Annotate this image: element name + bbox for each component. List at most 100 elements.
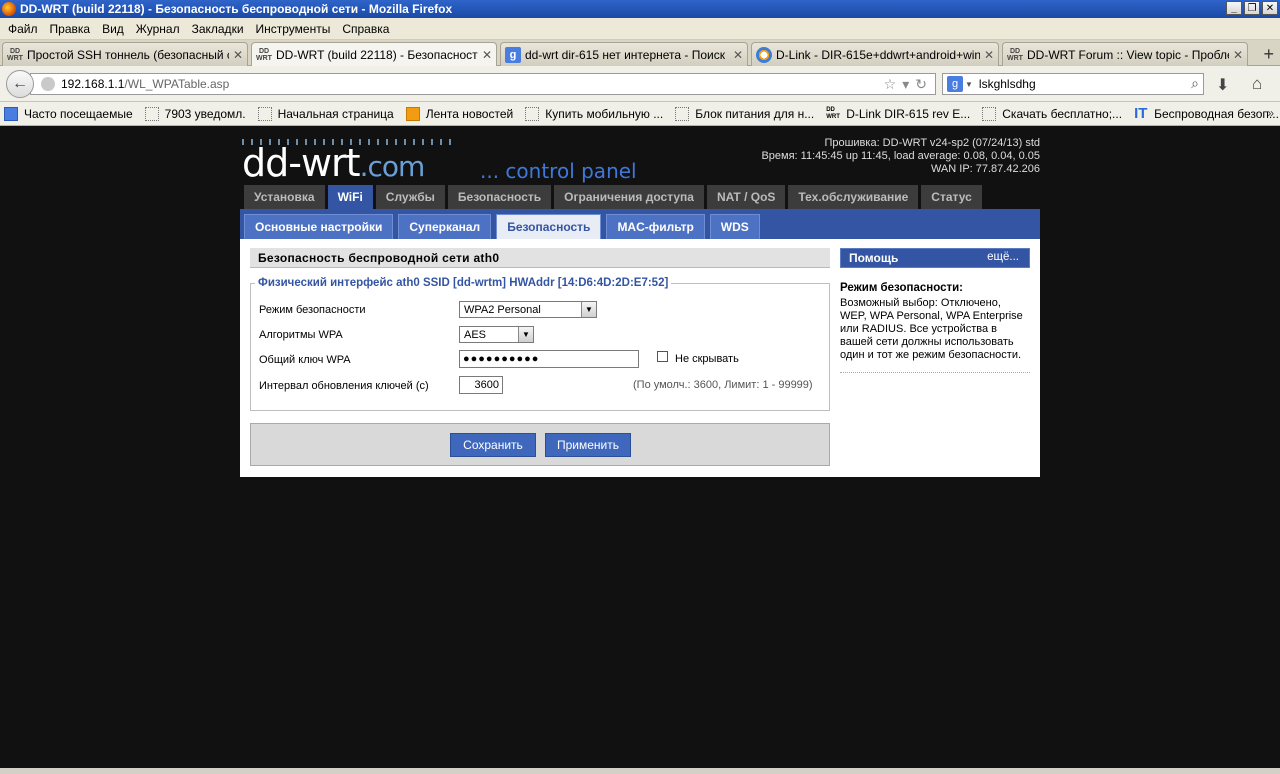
firmware-info: Прошивка: DD-WRT v24-sp2 (07/24/13) std … xyxy=(761,137,1040,176)
menu-file[interactable]: Файл xyxy=(2,22,44,36)
back-button[interactable]: ← xyxy=(6,70,34,98)
browser-tab-ddwrt-security[interactable]: DD WRT DD-WRT (build 22118) - Безопасност… xyxy=(251,42,497,67)
bookmark-notifications[interactable]: 7903 уведомл. xyxy=(144,106,246,121)
bookmark-news-feed[interactable]: Лента новостей xyxy=(405,106,513,121)
rss-icon xyxy=(405,106,420,121)
security-mode-label: Режим безопасности xyxy=(259,304,366,316)
dlink-icon xyxy=(756,46,772,63)
page-icon xyxy=(525,106,540,121)
ddwrt-logo: dd-wrt.com xyxy=(242,141,425,185)
chevron-down-icon: ▼ xyxy=(518,327,533,342)
page-icon xyxy=(675,106,690,121)
tab-access-restrictions[interactable]: Ограничения доступа xyxy=(554,185,704,209)
security-mode-select[interactable]: WPA2 Personal ▼ xyxy=(459,301,597,318)
search-bar[interactable]: g ▼ lskghlsdhg ⌕ xyxy=(942,73,1204,95)
subtab-mac-filter[interactable]: MAC-фильтр xyxy=(606,214,705,239)
download-icon[interactable]: ⬇ xyxy=(1216,75,1229,95)
url-host: 192.168.1.1 xyxy=(61,77,125,91)
search-input[interactable]: lskghlsdhg xyxy=(979,77,1036,91)
tab-status[interactable]: Статус xyxy=(921,185,982,209)
wpa-algorithms-select[interactable]: AES ▼ xyxy=(459,326,534,343)
apply-button[interactable]: Применить xyxy=(545,433,631,457)
control-panel-caption: ... control panel xyxy=(480,159,637,183)
reload-icon[interactable]: ↻ xyxy=(915,76,927,93)
page-icon xyxy=(257,106,272,121)
menu-view[interactable]: Вид xyxy=(96,22,130,36)
google-search-engine-icon[interactable]: g xyxy=(947,76,963,92)
menu-help[interactable]: Справка xyxy=(336,22,395,36)
wpa-key-label: Общий ключ WPA xyxy=(259,354,351,366)
bookmarks-overflow-icon[interactable]: » xyxy=(1267,106,1274,120)
url-dropdown-icon[interactable]: ▾ xyxy=(902,76,909,93)
bookmark-home-page[interactable]: Начальная страница xyxy=(257,106,394,121)
maximize-button[interactable]: ❐ xyxy=(1244,1,1260,15)
button-bar: Сохранить Применить xyxy=(250,423,830,466)
tab-nat-qos[interactable]: NAT / QoS xyxy=(706,185,786,209)
interface-fieldset: Физический интерфейс ath0 SSID [dd-wrtm]… xyxy=(250,277,830,411)
home-icon[interactable]: ⌂ xyxy=(1252,74,1262,94)
ddwrt-favicon-icon: DD WRT xyxy=(7,47,23,62)
help-panel: Помощь ещё... Режим безопасности: Возмож… xyxy=(840,248,1030,373)
search-engine-dropdown-icon[interactable]: ▼ xyxy=(965,80,973,89)
tab-close-icon[interactable]: ✕ xyxy=(984,48,994,62)
tab-wifi[interactable]: WiFi xyxy=(327,185,373,209)
tab-strip: DDWRT Простой SSH тоннель (безопасный се… xyxy=(0,40,1280,67)
wpa-key-input[interactable]: ●●●●●●●●●● xyxy=(459,350,639,368)
bookmark-wireless-security[interactable]: IT Беспроводная безоп... xyxy=(1134,104,1279,122)
url-bar[interactable]: 192.168.1.1 /WL_WPATable.asp ☆ ▾ ↻ xyxy=(30,73,936,95)
new-tab-icon[interactable]: + xyxy=(1263,44,1274,65)
fieldset-legend: Физический интерфейс ath0 SSID [dd-wrtm]… xyxy=(255,277,672,289)
router-header: dd-wrt.com ... control panel Прошивка: D… xyxy=(240,127,1040,185)
key-renewal-input[interactable]: 3600 xyxy=(459,376,503,394)
url-actions: ☆ ▾ ↻ xyxy=(884,76,927,93)
minimize-button[interactable]: _ xyxy=(1226,1,1242,15)
tab-services[interactable]: Службы xyxy=(375,185,445,209)
ddwrt-control-panel: dd-wrt.com ... control panel Прошивка: D… xyxy=(240,127,1040,477)
tab-close-icon[interactable]: ✕ xyxy=(482,48,492,62)
bookmark-power-supply[interactable]: Блок питания для н... xyxy=(675,106,814,121)
menu-edit[interactable]: Правка xyxy=(44,22,97,36)
bookmark-buy-mobile[interactable]: Купить мобильную ... xyxy=(525,106,663,121)
unmask-checkbox[interactable] xyxy=(657,351,668,362)
subtab-wds[interactable]: WDS xyxy=(709,214,760,239)
browser-tab-ssh[interactable]: DDWRT Простой SSH тоннель (безопасный се… xyxy=(2,42,248,66)
sub-tabs: Основные настройки Суперканал Безопаснос… xyxy=(244,214,760,239)
status-bar xyxy=(0,768,1280,774)
subtab-basic-settings[interactable]: Основные настройки xyxy=(244,214,394,239)
save-button[interactable]: Сохранить xyxy=(450,433,536,457)
section-title: Безопасность беспроводной сети ath0 xyxy=(250,248,830,268)
menu-bookmarks[interactable]: Закладки xyxy=(186,22,250,36)
tab-close-icon[interactable]: ✕ xyxy=(733,48,743,62)
close-window-button[interactable]: ✕ xyxy=(1262,1,1278,15)
menu-history[interactable]: Журнал xyxy=(130,22,186,36)
help-more-link[interactable]: ещё... xyxy=(987,251,1019,263)
search-icon[interactable]: ⌕ xyxy=(1191,75,1199,92)
tab-setup[interactable]: Установка xyxy=(244,185,325,209)
browser-tab-ddwrt-forum[interactable]: DD WRT DD-WRT Forum :: View topic - Пробл… xyxy=(1002,42,1248,66)
page-icon xyxy=(982,106,997,121)
page-icon xyxy=(144,106,159,121)
site-identity-icon[interactable] xyxy=(41,77,55,91)
ddwrt-favicon-icon: DD WRT xyxy=(256,48,272,62)
browser-tab-dlink[interactable]: D-Link - DIR-615e+ddwrt+android+winx... … xyxy=(751,42,999,66)
it-logo-icon: IT xyxy=(1134,104,1148,122)
bookmark-dlink-dir615[interactable]: DD WRT D-Link DIR-615 rev E... xyxy=(826,107,970,121)
tab-close-icon[interactable]: ✕ xyxy=(1233,48,1243,62)
uptime: Время: 11:45:45 up 11:45, load average: … xyxy=(761,150,1040,162)
menu-tools[interactable]: Инструменты xyxy=(250,22,337,36)
tab-close-icon[interactable]: ✕ xyxy=(233,48,243,62)
window-titlebar: DD-WRT (build 22118) - Безопасность бесп… xyxy=(0,0,1280,18)
browser-tab-google-search[interactable]: g dd-wrt dir-615 нет интернета - Поиск в… xyxy=(500,42,748,66)
ddwrt-favicon-icon: DD WRT xyxy=(826,106,840,120)
bookmark-free-download[interactable]: Скачать бесплатно;... xyxy=(982,106,1122,121)
settings-panel: Безопасность беспроводной сети ath0 Физи… xyxy=(240,239,1040,477)
unmask-label: Не скрывать xyxy=(675,353,739,365)
subtab-wireless-security[interactable]: Безопасность xyxy=(496,214,602,239)
bookmark-star-icon[interactable]: ☆ xyxy=(884,76,897,93)
firefox-icon xyxy=(2,2,16,16)
tab-security[interactable]: Безопасность xyxy=(447,185,552,209)
bookmark-most-visited[interactable]: Часто посещаемые xyxy=(4,106,133,121)
help-header: Помощь ещё... xyxy=(840,248,1030,268)
subtab-superchannel[interactable]: Суперканал xyxy=(398,214,492,239)
tab-administration[interactable]: Тех.обслуживание xyxy=(788,185,919,209)
